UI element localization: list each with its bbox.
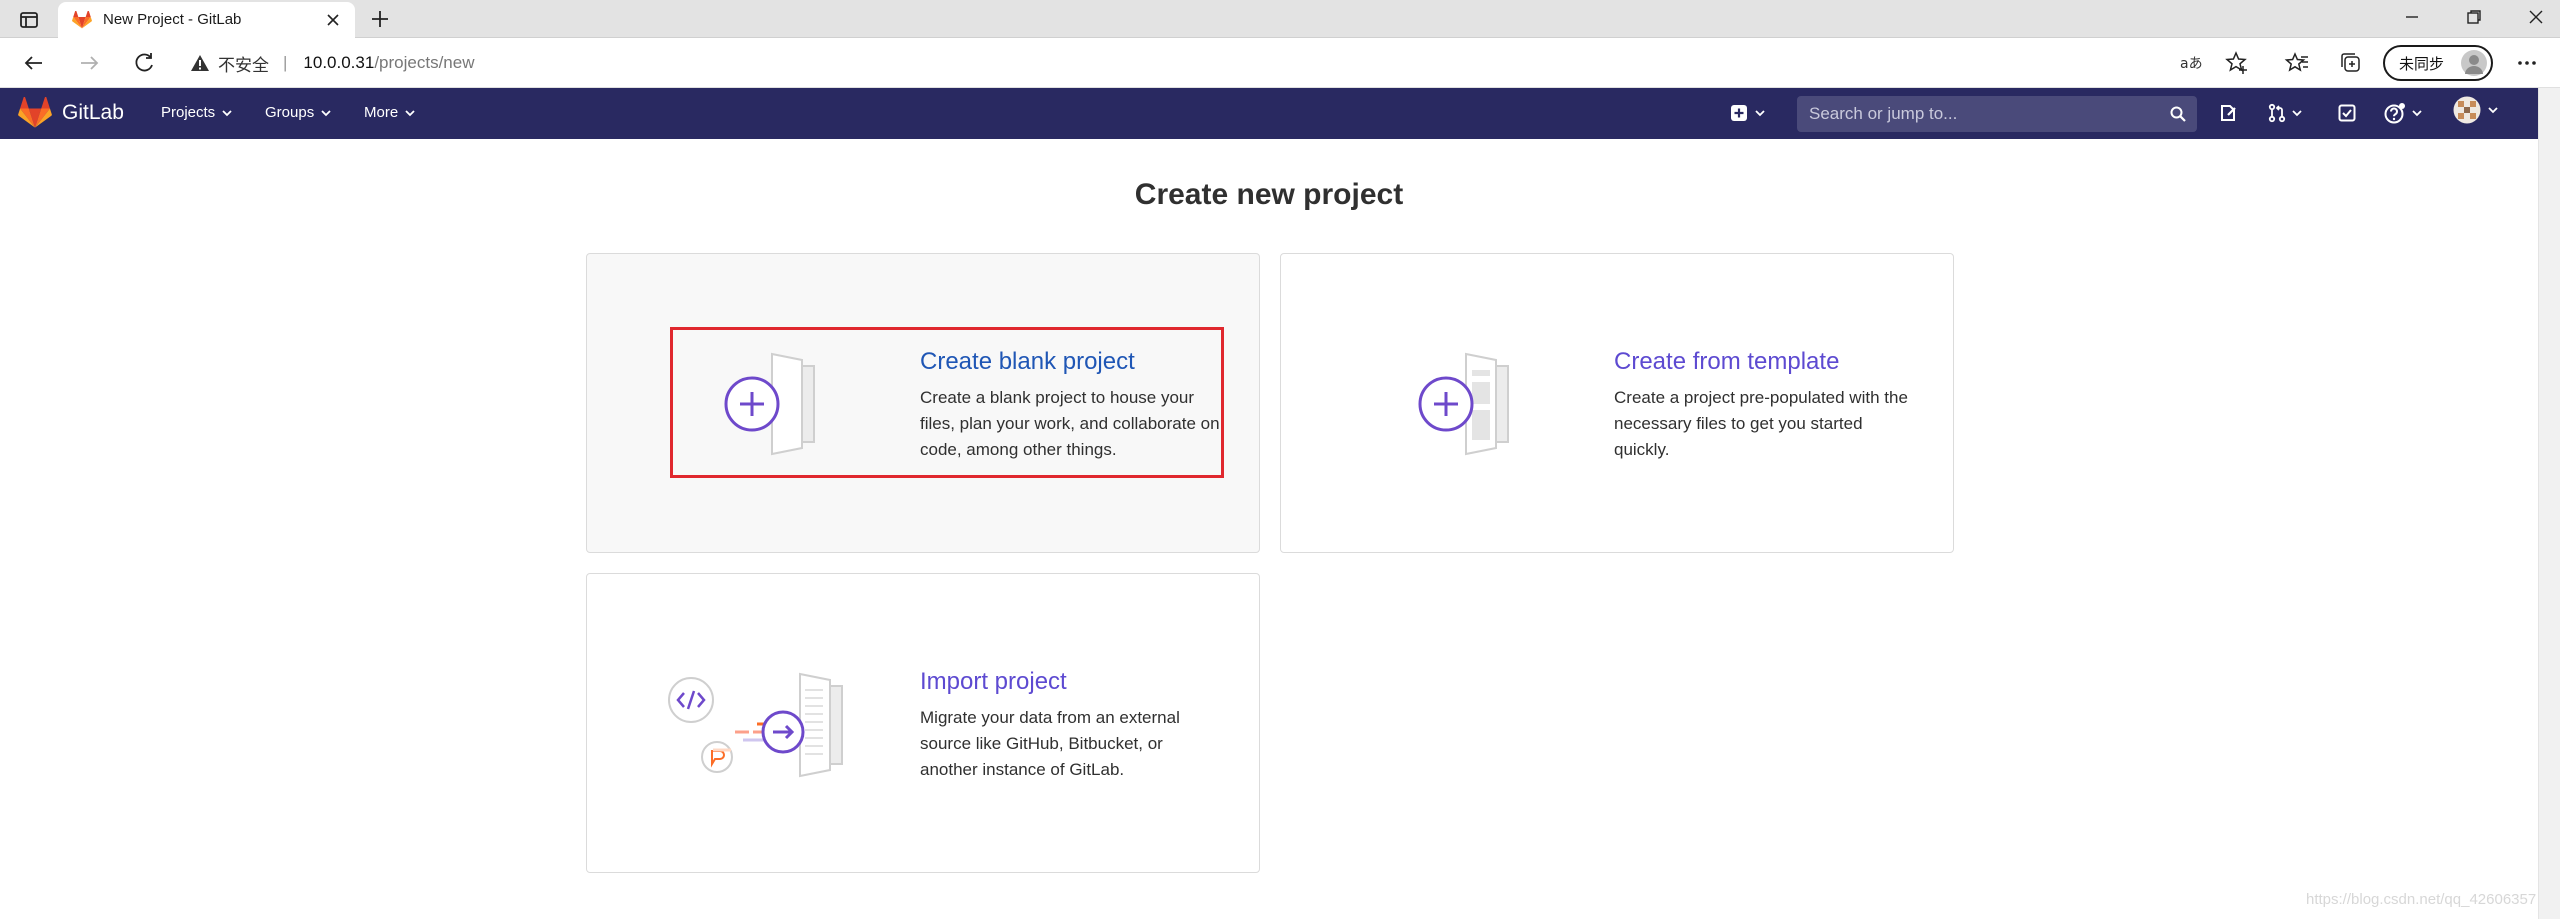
chevron-down-icon — [320, 107, 332, 119]
panel-description: Migrate your data from an external sourc… — [920, 708, 1180, 779]
read-aloud-icon[interactable]: aあ — [2177, 49, 2205, 77]
gitlab-home-link[interactable]: GitLab — [18, 97, 124, 129]
help-icon — [2383, 102, 2407, 124]
tab-title: New Project - GitLab — [103, 11, 242, 28]
tab-actions-icon[interactable] — [18, 9, 40, 31]
chevron-down-icon — [1754, 107, 1766, 119]
gitlab-navbar: GitLab Projects Groups More — [0, 88, 2538, 139]
panel-title[interactable]: Create from template — [1614, 348, 1839, 376]
issues-icon[interactable] — [2219, 102, 2239, 124]
restore-window-icon[interactable] — [2463, 6, 2485, 28]
sync-status-label: 未同步 — [2399, 55, 2445, 73]
chevron-down-icon — [2411, 107, 2423, 119]
svg-text:aあ: aあ — [2180, 56, 2203, 72]
chevron-down-icon — [2487, 104, 2499, 116]
import-project-icon — [665, 670, 885, 780]
nav-menu-more[interactable]: More — [364, 104, 416, 121]
search-box[interactable] — [1797, 96, 2197, 132]
nav-menu-projects[interactable]: Projects — [161, 104, 233, 121]
brand-name: GitLab — [62, 101, 124, 124]
page-title: Create new project — [1134, 178, 1404, 211]
minimize-window-icon[interactable] — [2401, 6, 2423, 28]
panel-description: Create a project pre-populated with the … — [1614, 388, 1908, 459]
user-menu-dropdown[interactable] — [2453, 96, 2499, 124]
close-tab-icon[interactable] — [323, 10, 343, 30]
panel-title[interactable]: Import project — [920, 668, 1067, 696]
browser-menu-icon[interactable] — [2513, 49, 2541, 77]
user-avatar — [2453, 96, 2481, 124]
merge-requests-dropdown[interactable] — [2267, 102, 2303, 124]
url-separator: | — [283, 53, 288, 72]
nav-menu-groups[interactable]: Groups — [265, 104, 332, 121]
import-project-panel[interactable]: Import project Migrate your data from an… — [586, 573, 1260, 873]
collections-icon[interactable] — [2337, 49, 2365, 77]
favorites-icon[interactable] — [2283, 49, 2311, 77]
nav-menu-label: Groups — [265, 104, 315, 121]
nav-menu-label: More — [364, 104, 399, 121]
browser-address-bar: 不安全 | 10.0.0.31/projects/new aあ 未同步 — [0, 38, 2560, 88]
new-item-dropdown[interactable] — [1730, 102, 1766, 124]
add-favorite-icon[interactable] — [2223, 49, 2251, 77]
refresh-icon[interactable] — [130, 49, 158, 77]
close-window-icon[interactable] — [2525, 6, 2547, 28]
template-project-icon — [1416, 352, 1526, 456]
profile-sync-button[interactable]: 未同步 — [2383, 45, 2493, 81]
warning-icon[interactable] — [190, 54, 210, 72]
url-field[interactable]: 不安全 | 10.0.0.31/projects/new — [190, 46, 475, 80]
browser-tab-strip: New Project - GitLab — [0, 0, 2560, 38]
create-from-template-panel[interactable]: Create from template Create a project pr… — [1280, 253, 1954, 553]
search-icon[interactable] — [2169, 105, 2187, 123]
url-host: 10.0.0.31 — [303, 53, 375, 72]
forward-icon[interactable] — [75, 49, 103, 77]
chevron-down-icon — [221, 107, 233, 119]
todos-icon[interactable] — [2337, 102, 2357, 124]
highlight-box — [670, 327, 1224, 478]
chevron-down-icon — [2291, 107, 2303, 119]
back-icon[interactable] — [20, 49, 48, 77]
plus-square-icon — [1730, 104, 1748, 122]
security-label: 不安全 — [218, 55, 269, 75]
merge-request-icon — [2267, 103, 2287, 123]
help-dropdown[interactable] — [2383, 102, 2423, 124]
profile-avatar — [2461, 50, 2487, 76]
watermark-text: https://blog.csdn.net/qq_42606357 — [2306, 891, 2537, 908]
search-input[interactable] — [1797, 96, 2197, 132]
url-path: /projects/new — [374, 53, 475, 72]
new-tab-button[interactable] — [368, 7, 392, 31]
gitlab-logo-icon — [18, 97, 52, 129]
nav-menu-label: Projects — [161, 104, 216, 121]
chevron-down-icon — [404, 107, 416, 119]
gitlab-favicon-icon — [72, 11, 92, 29]
page-scrollbar[interactable] — [2538, 88, 2560, 919]
browser-tab[interactable]: New Project - GitLab — [58, 2, 355, 38]
